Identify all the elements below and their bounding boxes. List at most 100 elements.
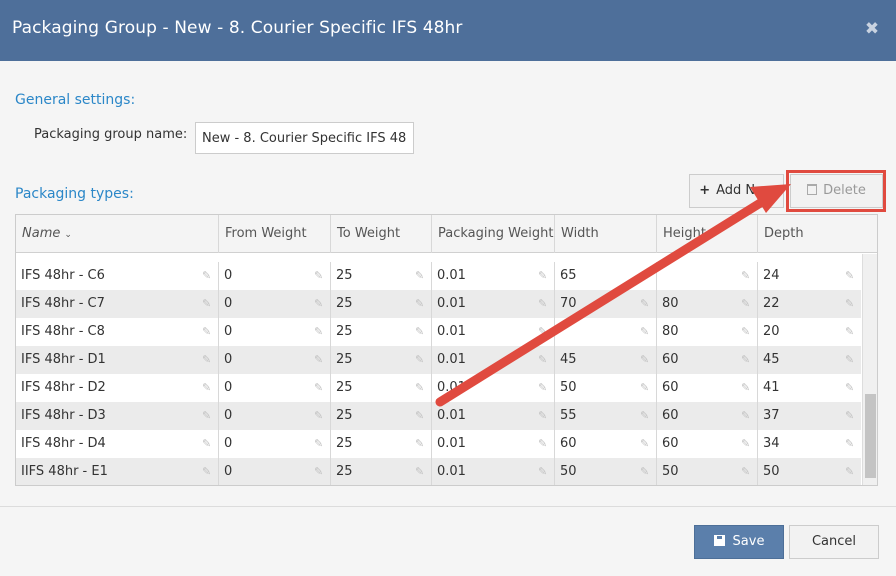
edit-icon[interactable]: ✎ [538, 466, 550, 477]
edit-icon[interactable]: ✎ [845, 354, 857, 365]
save-button[interactable]: Save [694, 525, 784, 559]
cell-width[interactable]: 50 ✎ [555, 458, 657, 485]
edit-icon[interactable]: ✎ [202, 298, 214, 309]
edit-icon[interactable]: ✎ [741, 270, 753, 281]
scrollbar-thumb[interactable] [865, 394, 876, 478]
cell-packaging-weight[interactable]: 0.01 ✎ [432, 262, 555, 290]
cell-to-weight[interactable]: 25 ✎ [331, 262, 432, 290]
edit-icon[interactable]: ✎ [845, 298, 857, 309]
edit-icon[interactable]: ✎ [415, 298, 427, 309]
cell-width[interactable]: 70 ✎ [555, 290, 657, 318]
cell-from-weight[interactable]: 0 ✎ [219, 262, 331, 290]
edit-icon[interactable]: ✎ [415, 382, 427, 393]
close-icon[interactable]: ✖ [862, 18, 882, 40]
column-header-from-weight[interactable]: From Weight [219, 215, 331, 253]
cell-to-weight[interactable]: 25 ✎ [331, 430, 432, 458]
edit-icon[interactable]: ✎ [845, 466, 857, 477]
edit-icon[interactable]: ✎ [741, 466, 753, 477]
cell-name[interactable]: IFS 48hr - D4 ✎ [16, 430, 219, 458]
cell-width[interactable]: ✎ [555, 318, 657, 346]
cell-packaging-weight[interactable]: 0.01 ✎ [432, 290, 555, 318]
edit-icon[interactable]: ✎ [538, 410, 550, 421]
edit-icon[interactable]: ✎ [845, 382, 857, 393]
cell-width[interactable]: 60 ✎ [555, 430, 657, 458]
cell-height[interactable]: 60 ✎ [657, 374, 758, 402]
edit-icon[interactable]: ✎ [640, 298, 652, 309]
table-row[interactable]: IFS 48hr - C6 ✎ 0 ✎ 25 ✎ 0.01 ✎ 65 ✎ ✎ 24 ✎ [16, 262, 861, 290]
cell-depth[interactable]: 24 ✎ [758, 262, 861, 290]
table-row[interactable]: IFS 48hr - D1 ✎ 0 ✎ 25 ✎ 0.01 ✎ 45 ✎ 60 ✎ 45 ✎ [16, 346, 861, 374]
column-header-height[interactable]: Height [657, 215, 758, 253]
cell-from-weight[interactable]: 0 ✎ [219, 346, 331, 374]
edit-icon[interactable]: ✎ [845, 438, 857, 449]
cell-depth[interactable]: 37 ✎ [758, 402, 861, 430]
cell-height[interactable]: 50 ✎ [657, 458, 758, 485]
edit-icon[interactable]: ✎ [845, 410, 857, 421]
delete-button[interactable]: Delete [790, 174, 883, 208]
edit-icon[interactable]: ✎ [741, 410, 753, 421]
edit-icon[interactable]: ✎ [538, 438, 550, 449]
cell-width[interactable]: 65 ✎ [555, 262, 657, 290]
edit-icon[interactable]: ✎ [415, 354, 427, 365]
cell-depth[interactable]: 41 ✎ [758, 374, 861, 402]
column-header-depth[interactable]: Depth [758, 215, 877, 253]
cell-height[interactable]: 80 ✎ [657, 290, 758, 318]
grid-scrollbar[interactable] [862, 254, 877, 485]
cell-packaging-weight[interactable]: 0.01 ✎ [432, 346, 555, 374]
cell-name[interactable]: IFS 48hr - D3 ✎ [16, 402, 219, 430]
edit-icon[interactable]: ✎ [640, 270, 652, 281]
edit-icon[interactable]: ✎ [415, 326, 427, 337]
edit-icon[interactable]: ✎ [640, 326, 652, 337]
cell-width[interactable]: 55 ✎ [555, 402, 657, 430]
column-header-width[interactable]: Width [555, 215, 657, 253]
cell-name[interactable]: IFS 48hr - C6 ✎ [16, 262, 219, 290]
edit-icon[interactable]: ✎ [314, 382, 326, 393]
cell-width[interactable]: 50 ✎ [555, 374, 657, 402]
edit-icon[interactable]: ✎ [640, 354, 652, 365]
table-row[interactable]: IFS 48hr - D2 ✎ 0 ✎ 25 ✎ 0.01 ✎ 50 ✎ 60 ✎ 41 ✎ [16, 374, 861, 402]
cell-packaging-weight[interactable]: 0.01 ✎ [432, 318, 555, 346]
edit-icon[interactable]: ✎ [202, 382, 214, 393]
edit-icon[interactable]: ✎ [202, 270, 214, 281]
cell-name[interactable]: IFS 48hr - C8 ✎ [16, 318, 219, 346]
edit-icon[interactable]: ✎ [202, 466, 214, 477]
cell-depth[interactable]: 50 ✎ [758, 458, 861, 485]
edit-icon[interactable]: ✎ [845, 326, 857, 337]
cell-from-weight[interactable]: 0 ✎ [219, 374, 331, 402]
cell-to-weight[interactable]: 25 ✎ [331, 458, 432, 485]
cell-depth[interactable]: 45 ✎ [758, 346, 861, 374]
edit-icon[interactable]: ✎ [314, 270, 326, 281]
edit-icon[interactable]: ✎ [741, 438, 753, 449]
cell-from-weight[interactable]: 0 ✎ [219, 430, 331, 458]
cell-from-weight[interactable]: 0 ✎ [219, 402, 331, 430]
edit-icon[interactable]: ✎ [202, 354, 214, 365]
packaging-group-name-input[interactable] [195, 122, 414, 154]
table-row[interactable]: IFS 48hr - D3 ✎ 0 ✎ 25 ✎ 0.01 ✎ 55 ✎ 60 ✎ 37 ✎ [16, 402, 861, 430]
cell-name[interactable]: IFS 48hr - C7 ✎ [16, 290, 219, 318]
edit-icon[interactable]: ✎ [415, 438, 427, 449]
edit-icon[interactable]: ✎ [415, 466, 427, 477]
cell-from-weight[interactable]: 0 ✎ [219, 290, 331, 318]
edit-icon[interactable]: ✎ [538, 382, 550, 393]
edit-icon[interactable]: ✎ [314, 298, 326, 309]
edit-icon[interactable]: ✎ [538, 354, 550, 365]
table-row[interactable]: IFS 48hr - C7 ✎ 0 ✎ 25 ✎ 0.01 ✎ 70 ✎ 80 ✎ 22 ✎ [16, 290, 861, 318]
table-row[interactable]: IIFS 48hr - E1 ✎ 0 ✎ 25 ✎ 0.01 ✎ 50 ✎ 50 ✎ 50 ✎ [16, 458, 861, 485]
cell-name[interactable]: IFS 48hr - D2 ✎ [16, 374, 219, 402]
cell-depth[interactable]: 22 ✎ [758, 290, 861, 318]
cell-to-weight[interactable]: 25 ✎ [331, 290, 432, 318]
table-row[interactable]: IFS 48hr - D4 ✎ 0 ✎ 25 ✎ 0.01 ✎ 60 ✎ 60 ✎ 34 ✎ [16, 430, 861, 458]
cancel-button[interactable]: Cancel [789, 525, 879, 559]
cell-to-weight[interactable]: 25 ✎ [331, 318, 432, 346]
cell-depth[interactable]: 34 ✎ [758, 430, 861, 458]
cell-name[interactable]: IIFS 48hr - E1 ✎ [16, 458, 219, 485]
cell-height[interactable]: 60 ✎ [657, 402, 758, 430]
cell-height[interactable]: 80 ✎ [657, 318, 758, 346]
edit-icon[interactable]: ✎ [314, 354, 326, 365]
edit-icon[interactable]: ✎ [202, 326, 214, 337]
edit-icon[interactable]: ✎ [640, 410, 652, 421]
cell-from-weight[interactable]: 0 ✎ [219, 318, 331, 346]
cell-to-weight[interactable]: 25 ✎ [331, 346, 432, 374]
edit-icon[interactable]: ✎ [741, 298, 753, 309]
cell-width[interactable]: 45 ✎ [555, 346, 657, 374]
